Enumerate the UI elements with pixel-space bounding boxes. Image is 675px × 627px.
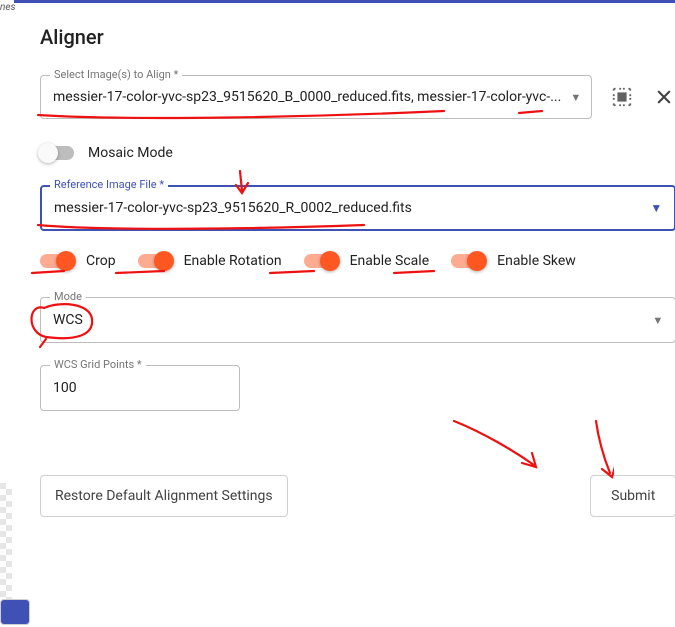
skew-label: Enable Skew xyxy=(497,253,576,269)
truncated-text: nes xyxy=(0,2,14,13)
mosaic-mode-label: Mosaic Mode xyxy=(88,145,173,161)
scale-label: Enable Scale xyxy=(350,253,430,269)
restore-defaults-button[interactable]: Restore Default Alignment Settings xyxy=(40,475,288,517)
chevron-down-icon: ▼ xyxy=(570,91,581,104)
reference-image-dropdown[interactable]: messier-17-color-yvc-sp23_9515620_R_0002… xyxy=(40,185,675,231)
mode-value: WCS xyxy=(53,312,83,328)
grid-points-value: 100 xyxy=(53,380,77,396)
left-sliver: nes xyxy=(0,0,14,627)
grid-points-input[interactable]: 100 xyxy=(40,365,240,411)
select-images-label: Select Image(s) to Align xyxy=(50,68,182,81)
reference-image-value: messier-17-color-yvc-sp23_9515620_R_0002… xyxy=(54,200,412,216)
reference-image-label: Reference Image File xyxy=(50,178,168,191)
crop-label: Crop xyxy=(86,253,116,269)
scale-toggle[interactable] xyxy=(304,254,338,268)
select-all-icon[interactable] xyxy=(610,85,634,109)
chevron-down-icon: ▼ xyxy=(650,201,662,215)
mode-dropdown[interactable]: WCS ▼ xyxy=(40,297,675,343)
select-images-dropdown[interactable]: messier-17-color-yvc-sp23_9515620_B_0000… xyxy=(40,75,592,119)
chevron-down-icon: ▼ xyxy=(652,314,663,327)
select-images-value: messier-17-color-yvc-sp23_9515620_B_0000… xyxy=(53,89,561,105)
checker-bg xyxy=(0,483,12,599)
mosaic-mode-toggle[interactable] xyxy=(40,146,74,160)
grid-points-label: WCS Grid Points xyxy=(50,358,146,371)
rotation-label: Enable Rotation xyxy=(184,253,282,269)
clear-selection-icon[interactable] xyxy=(652,85,675,109)
rotation-toggle[interactable] xyxy=(138,254,172,268)
mode-label: Mode xyxy=(50,290,86,303)
aligner-panel: Aligner Select Image(s) to Align messier… xyxy=(14,0,675,627)
skew-toggle[interactable] xyxy=(451,254,485,268)
page-title: Aligner xyxy=(40,25,675,49)
submit-button[interactable]: Submit xyxy=(590,475,675,517)
crop-toggle[interactable] xyxy=(40,254,74,268)
